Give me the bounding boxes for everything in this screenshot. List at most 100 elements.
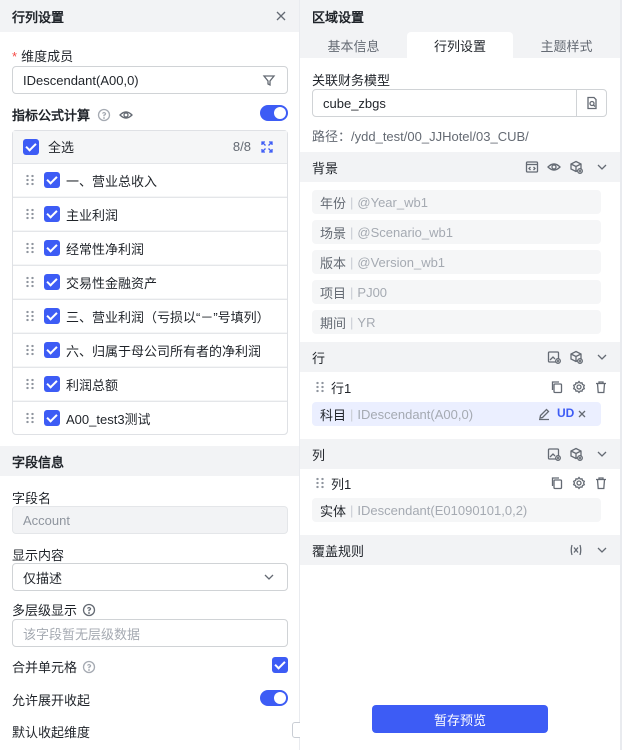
close-icon[interactable] bbox=[273, 8, 289, 24]
cube-add-icon[interactable] bbox=[568, 446, 584, 462]
save-preview-button[interactable]: 暂存预览 bbox=[372, 705, 548, 733]
background-section-header[interactable]: 背景 bbox=[300, 152, 620, 182]
chevron-down-icon[interactable] bbox=[594, 349, 610, 365]
member-checkbox[interactable] bbox=[44, 206, 60, 222]
member-item[interactable]: 交易性金融资产 bbox=[13, 265, 287, 298]
eye-icon[interactable] bbox=[546, 159, 562, 175]
row-subject-value: IDescendant(A00,0) bbox=[357, 406, 474, 422]
member-item[interactable]: 利润总额 bbox=[13, 367, 287, 400]
model-path: 路径：/ydd_test/00_JJHotel/03_CUB/ bbox=[312, 126, 529, 145]
column-entity-item[interactable]: 实体 | IDescendant(E01090101,0,2) bbox=[312, 498, 601, 522]
drag-handle-icon[interactable] bbox=[25, 242, 35, 254]
formula-toggle[interactable] bbox=[260, 105, 288, 121]
background-item-value: @Year_wb1 bbox=[357, 194, 428, 210]
row-subject-item[interactable]: 科目 | IDescendant(A00,0) UD bbox=[312, 402, 601, 426]
background-item[interactable]: 版本 | @Version_wb1 bbox=[312, 250, 601, 274]
column-entity-value: IDescendant(E01090101,0,2) bbox=[357, 502, 528, 518]
chevron-down-icon[interactable] bbox=[594, 159, 610, 175]
copy-icon[interactable] bbox=[549, 379, 565, 395]
trash-icon[interactable] bbox=[593, 379, 609, 395]
member-checkbox[interactable] bbox=[44, 240, 60, 256]
background-item[interactable]: 场景 | @Scenario_wb1 bbox=[312, 220, 601, 244]
row-section-header[interactable]: 行 bbox=[300, 342, 620, 372]
separator: | bbox=[350, 406, 354, 422]
merge-cells-checkbox[interactable] bbox=[272, 657, 288, 673]
dimension-member-value: IDescendant(A00,0) bbox=[23, 72, 139, 88]
trash-icon[interactable] bbox=[593, 475, 609, 491]
image-add-icon[interactable] bbox=[546, 349, 562, 365]
drag-handle-icon[interactable] bbox=[25, 378, 35, 390]
multilevel-input[interactable]: 该字段暂无层级数据 bbox=[12, 619, 288, 647]
tab-row-column[interactable]: 行列设置 bbox=[407, 32, 513, 58]
background-item-name: 场景 bbox=[320, 225, 347, 241]
background-item-value: YR bbox=[357, 314, 376, 330]
member-item[interactable]: 三、营业利润（亏损以“－”号填列） bbox=[13, 299, 287, 332]
drag-handle-icon[interactable] bbox=[25, 174, 35, 186]
background-item[interactable]: 年份 | @Year_wb1 bbox=[312, 190, 601, 214]
function-icon[interactable] bbox=[568, 542, 584, 558]
display-content-value: 仅描述 bbox=[23, 570, 63, 586]
background-item[interactable]: 期间 | YR bbox=[312, 310, 601, 334]
formula-label: 指标公式计算 bbox=[12, 108, 91, 123]
background-title: 背景 bbox=[312, 160, 339, 176]
chevron-down-icon[interactable] bbox=[261, 569, 277, 585]
selected-count: 8/8 bbox=[232, 139, 251, 154]
member-item[interactable]: 主业利润 bbox=[13, 197, 287, 230]
expand-icon[interactable] bbox=[259, 139, 275, 155]
image-add-icon[interactable] bbox=[546, 446, 562, 462]
model-input[interactable]: cube_zbgs bbox=[312, 89, 577, 117]
multilevel-row: 多层级显示 bbox=[12, 600, 97, 619]
help-icon[interactable] bbox=[81, 602, 97, 618]
drag-handle-icon[interactable] bbox=[25, 310, 35, 322]
drag-handle-icon[interactable] bbox=[315, 381, 325, 393]
member-item[interactable]: A00_test3测试 bbox=[13, 401, 287, 434]
ud-tag[interactable]: UD bbox=[557, 406, 574, 420]
select-all-row[interactable]: 全选 8/8 bbox=[13, 131, 287, 162]
help-icon[interactable] bbox=[81, 659, 97, 675]
dimension-label: 维度成员 bbox=[21, 49, 74, 64]
chevron-down-icon[interactable] bbox=[594, 542, 610, 558]
member-checkbox[interactable] bbox=[44, 172, 60, 188]
eye-icon[interactable] bbox=[118, 107, 134, 123]
chevron-down-icon[interactable] bbox=[594, 446, 610, 462]
close-icon[interactable] bbox=[574, 406, 590, 422]
edit-icon[interactable] bbox=[536, 406, 552, 422]
member-checkbox[interactable] bbox=[44, 376, 60, 392]
panel-header: 行列设置 bbox=[0, 0, 299, 32]
override-rules-header[interactable]: 覆盖规则 bbox=[300, 535, 620, 565]
background-item-name: 年份 bbox=[320, 195, 347, 211]
gear-icon[interactable] bbox=[571, 475, 587, 491]
member-checkbox[interactable] bbox=[44, 410, 60, 426]
help-icon[interactable] bbox=[96, 107, 112, 123]
cube-add-icon[interactable] bbox=[568, 349, 584, 365]
display-content-select[interactable]: 仅描述 bbox=[12, 563, 288, 591]
document-search-icon bbox=[584, 95, 600, 111]
drag-handle-icon[interactable] bbox=[25, 412, 35, 424]
allow-expand-toggle[interactable] bbox=[260, 690, 288, 706]
model-picker-button[interactable] bbox=[576, 89, 607, 117]
background-item-value: PJ00 bbox=[357, 284, 388, 300]
dimension-member-input[interactable]: IDescendant(A00,0) bbox=[12, 66, 288, 94]
drag-handle-icon[interactable] bbox=[25, 276, 35, 288]
member-checkbox[interactable] bbox=[44, 342, 60, 358]
column-section-header[interactable]: 列 bbox=[300, 439, 620, 469]
member-item[interactable]: 经常性净利润 bbox=[13, 231, 287, 264]
member-checkbox[interactable] bbox=[44, 308, 60, 324]
code-window-icon[interactable] bbox=[524, 159, 540, 175]
background-item[interactable]: 项目 | PJ00 bbox=[312, 280, 601, 304]
tab-theme-style[interactable]: 主题样式 bbox=[513, 32, 620, 58]
drag-handle-icon[interactable] bbox=[25, 344, 35, 356]
member-item[interactable]: 六、归属于母公司所有者的净利润 bbox=[13, 333, 287, 366]
background-item-name: 版本 bbox=[320, 255, 347, 271]
copy-icon[interactable] bbox=[549, 475, 565, 491]
tab-basic-info[interactable]: 基本信息 bbox=[300, 32, 407, 58]
filter-icon[interactable] bbox=[261, 72, 277, 88]
member-checkbox[interactable] bbox=[44, 274, 60, 290]
cube-add-icon[interactable] bbox=[568, 159, 584, 175]
select-all-checkbox[interactable] bbox=[23, 138, 39, 155]
display-content-label: 显示内容 bbox=[12, 548, 65, 563]
gear-icon[interactable] bbox=[571, 379, 587, 395]
drag-handle-icon[interactable] bbox=[315, 477, 325, 489]
drag-handle-icon[interactable] bbox=[25, 208, 35, 220]
member-item[interactable]: 一、营业总收入 bbox=[13, 163, 287, 196]
